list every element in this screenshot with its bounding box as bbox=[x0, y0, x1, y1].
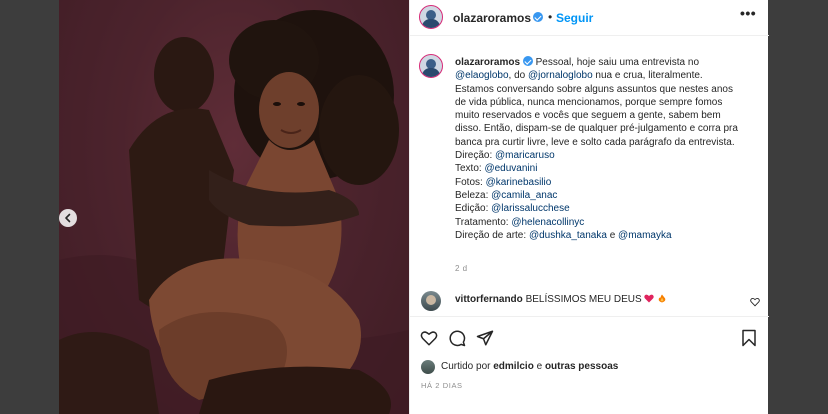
caption-segment: Direção: bbox=[455, 150, 496, 162]
other-likers-link[interactable]: outras pessoas bbox=[545, 361, 618, 372]
post-caption: olazaroramos Pessoal, hoje saiu uma entr… bbox=[410, 36, 769, 276]
caption-line: Beleza: @camila_anac bbox=[455, 189, 761, 202]
previous-image-button[interactable] bbox=[59, 209, 77, 227]
caption-line: Edição: @larissalucchese bbox=[455, 202, 761, 215]
author-username[interactable]: olazaroramos bbox=[453, 11, 531, 25]
caption-segment: Fotos: bbox=[455, 176, 486, 188]
caption-line: muito reservados e vocês que seguem a ge… bbox=[455, 109, 761, 122]
likes-conjunction: e bbox=[536, 361, 543, 372]
bookmark-icon[interactable] bbox=[740, 329, 758, 347]
chevron-left-icon bbox=[65, 213, 71, 223]
likes-summary: Curtido por edmilcio e outras pessoas bbox=[410, 356, 769, 378]
caption-line: disso. Então, dispam-se de qualquer pré-… bbox=[455, 122, 761, 135]
caption-segment: Texto: bbox=[455, 163, 485, 175]
caption-line: Estamos conversando sobre alguns assunto… bbox=[455, 83, 761, 96]
post-actions-bar bbox=[410, 316, 769, 356]
separator-dot: • bbox=[548, 10, 553, 24]
caption-segment: de vida pública, nunca mencionamos, porq… bbox=[455, 96, 723, 108]
caption-segment: muito reservados e vocês que seguem a ge… bbox=[455, 110, 721, 122]
caption-line: de vida pública, nunca mencionamos, porq… bbox=[455, 96, 761, 109]
caption-segment: disso. Então, dispam-se de qualquer pré-… bbox=[455, 123, 738, 135]
comment-text: vittorfernando BELÍSSIMOS MEU DEUS bbox=[455, 294, 667, 305]
commenter-avatar[interactable] bbox=[421, 291, 441, 311]
heart-icon[interactable] bbox=[420, 329, 438, 347]
post-header: olazaroramos • Seguir ••• bbox=[410, 0, 769, 36]
verified-badge-icon bbox=[533, 12, 543, 22]
post-photo-image bbox=[59, 0, 409, 414]
author-avatar[interactable] bbox=[419, 5, 443, 29]
fire-emoji-icon bbox=[658, 294, 666, 303]
caption-author-avatar[interactable] bbox=[419, 54, 443, 78]
mention-link[interactable]: @helenacollinyc bbox=[511, 217, 584, 228]
comment-icon[interactable] bbox=[448, 329, 466, 347]
caption-segment: Pessoal, hoje saiu uma entrevista no bbox=[535, 57, 700, 68]
caption-line: Fotos: @karinebasilio bbox=[455, 176, 761, 189]
more-options-button[interactable]: ••• bbox=[740, 5, 756, 21]
follow-button[interactable]: Seguir bbox=[556, 11, 593, 25]
mention-link[interactable]: @elaoglobo bbox=[455, 70, 509, 81]
caption-text: olazaroramos Pessoal, hoje saiu uma entr… bbox=[455, 56, 761, 242]
share-icon[interactable] bbox=[476, 329, 494, 347]
mention-link[interactable]: @mamayka bbox=[618, 230, 672, 241]
likes-prefix: Curtido por bbox=[441, 361, 491, 372]
mention-link[interactable]: @camila_anac bbox=[491, 190, 557, 201]
caption-segment: nua e crua, literalmente. bbox=[592, 70, 703, 82]
caption-timestamp[interactable]: 2 d bbox=[455, 264, 468, 273]
post-photo bbox=[59, 0, 409, 414]
caption-line: olazaroramos Pessoal, hoje saiu uma entr… bbox=[455, 56, 761, 69]
liker-username[interactable]: edmilcio bbox=[493, 361, 534, 372]
caption-segment: Edição: bbox=[455, 203, 492, 215]
mention-link[interactable]: @karinebasilio bbox=[486, 177, 552, 188]
caption-segment: banca pra curtir livre, leve e solto cad… bbox=[455, 136, 735, 148]
post-date[interactable]: HÁ 2 DIAS bbox=[421, 381, 463, 390]
comment-body: BELÍSSIMOS MEU DEUS bbox=[525, 294, 642, 305]
caption-author-username[interactable]: olazaroramos bbox=[455, 57, 523, 68]
caption-segment: , do bbox=[508, 70, 528, 82]
caption-line: Texto: @eduvanini bbox=[455, 162, 761, 175]
mention-link[interactable]: @maricaruso bbox=[495, 150, 555, 161]
mention-link[interactable]: @jornaloglobo bbox=[528, 70, 593, 81]
comment-item: vittorfernando BELÍSSIMOS MEU DEUS bbox=[410, 288, 769, 312]
caption-segment: Beleza: bbox=[455, 189, 492, 201]
likes-text[interactable]: Curtido por edmilcio e outras pessoas bbox=[441, 361, 618, 372]
caption-segment: Estamos conversando sobre alguns assunto… bbox=[455, 83, 733, 95]
caption-line: @elaoglobo, do @jornaloglobo nua e crua,… bbox=[455, 69, 761, 82]
mention-link[interactable]: @larissalucchese bbox=[491, 203, 570, 214]
modal-backdrop-left bbox=[0, 0, 59, 414]
heart-emoji-icon bbox=[644, 294, 655, 303]
caption-segment: e bbox=[606, 229, 619, 241]
post-detail-panel: olazaroramos • Seguir ••• olazaroramos P… bbox=[409, 0, 769, 414]
caption-line: Direção: @maricaruso bbox=[455, 149, 761, 162]
like-comment-heart-icon[interactable] bbox=[750, 297, 760, 307]
verified-badge-icon bbox=[522, 56, 533, 66]
mention-link[interactable]: @dushka_tanaka bbox=[529, 230, 607, 241]
caption-segment: Tratamento: bbox=[455, 216, 512, 228]
mention-link[interactable]: @eduvanini bbox=[484, 163, 537, 174]
liker-avatar[interactable] bbox=[421, 360, 435, 374]
commenter-username[interactable]: vittorfernando bbox=[455, 294, 523, 305]
caption-line: Direção de arte: @dushka_tanaka e @mamay… bbox=[455, 229, 761, 242]
caption-line: banca pra curtir livre, leve e solto cad… bbox=[455, 136, 761, 149]
caption-segment: Direção de arte: bbox=[455, 229, 529, 241]
caption-line: Tratamento: @helenacollinyc bbox=[455, 216, 761, 229]
modal-backdrop-right bbox=[768, 0, 828, 414]
